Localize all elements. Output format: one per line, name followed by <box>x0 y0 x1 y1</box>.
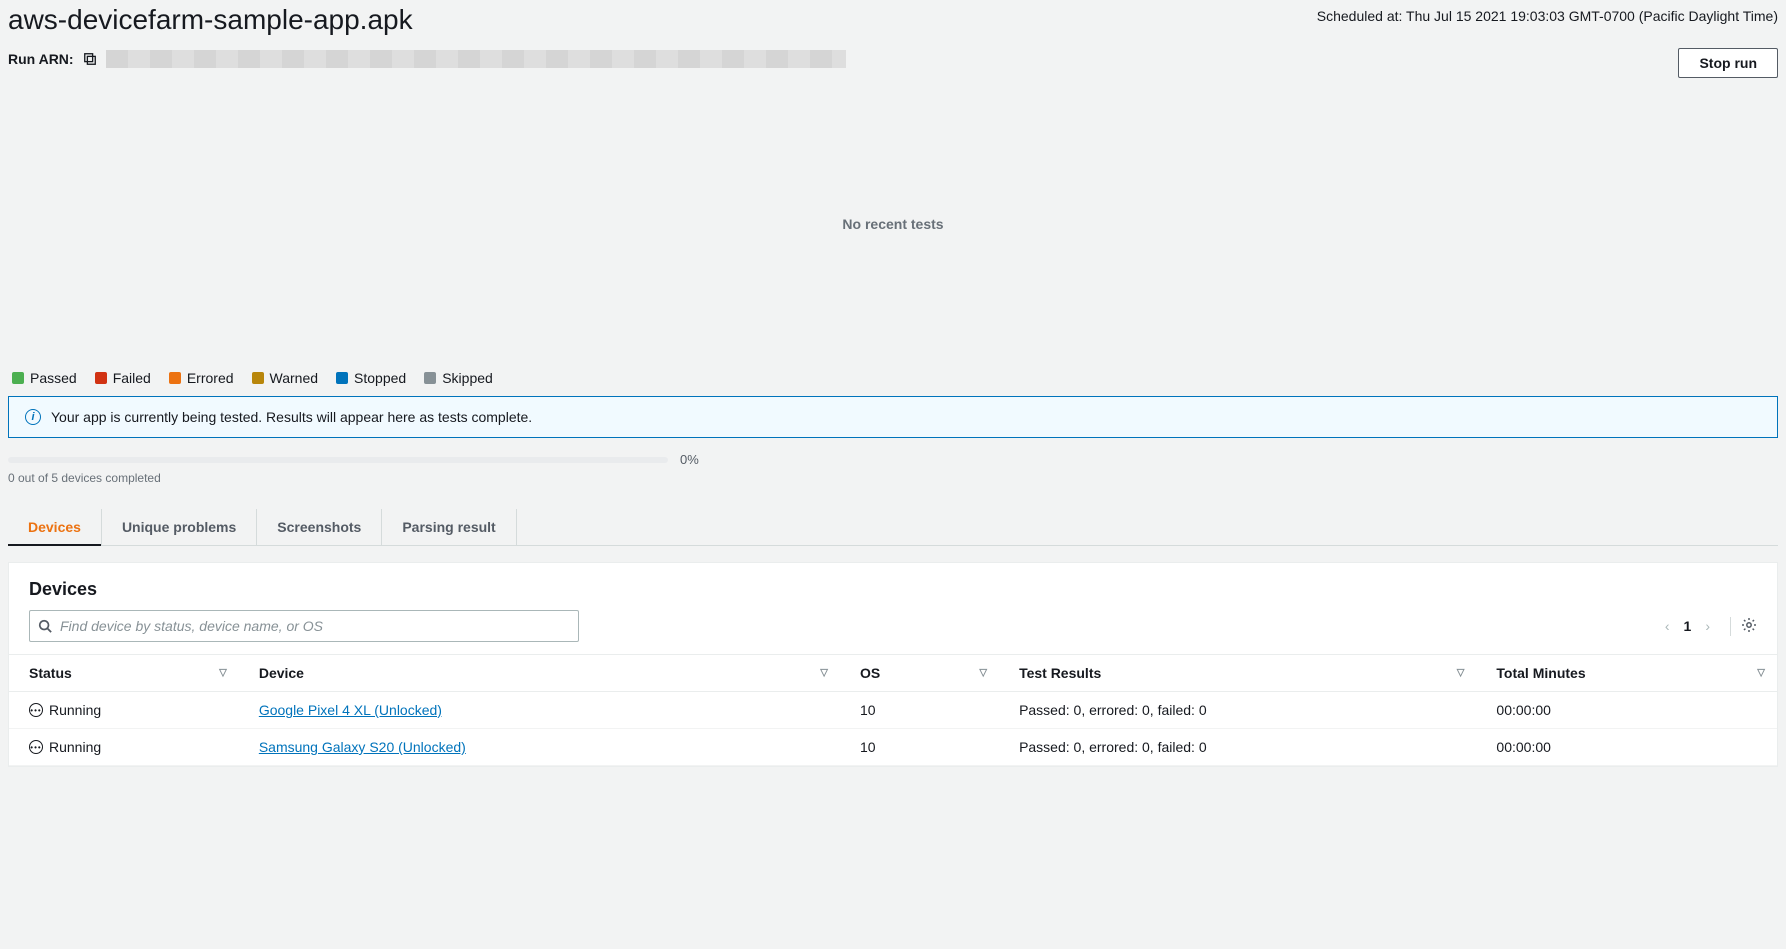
table-row: •••Running Google Pixel 4 XL (Unlocked) 10… <box>9 692 1777 729</box>
progress-bar <box>8 457 668 463</box>
legend-swatch <box>169 372 181 384</box>
page-title: aws-devicefarm-sample-app.apk <box>8 4 413 36</box>
sort-icon[interactable]: ▽ <box>820 668 828 679</box>
chart-legend: Passed Failed Errored Warned Stopped Skipped <box>8 364 1778 396</box>
tab-parsing-result[interactable]: Parsing result <box>382 509 516 545</box>
legend-item: Warned <box>252 370 319 386</box>
stop-run-button[interactable]: Stop run <box>1678 48 1778 78</box>
legend-swatch <box>95 372 107 384</box>
running-icon: ••• <box>29 703 43 717</box>
os-cell: 10 <box>840 692 999 729</box>
legend-label: Stopped <box>354 370 406 386</box>
device-link[interactable]: Samsung Galaxy S20 (Unlocked) <box>259 739 466 755</box>
table-row: •••Running Samsung Galaxy S20 (Unlocked) 1… <box>9 729 1777 766</box>
devices-panel: Devices ‹ 1 › <box>8 562 1778 767</box>
col-results[interactable]: Test Results <box>1019 665 1101 681</box>
info-icon: i <box>25 409 41 425</box>
legend-label: Errored <box>187 370 234 386</box>
search-icon <box>38 619 52 633</box>
col-device[interactable]: Device <box>259 665 304 681</box>
settings-button[interactable] <box>1730 617 1757 636</box>
pagination: ‹ 1 › <box>1665 617 1757 636</box>
legend-label: Passed <box>30 370 77 386</box>
info-message: Your app is currently being tested. Resu… <box>51 409 532 425</box>
results-cell: Passed: 0, errored: 0, failed: 0 <box>999 692 1476 729</box>
running-icon: ••• <box>29 740 43 754</box>
sort-icon[interactable]: ▽ <box>1457 668 1465 679</box>
results-cell: Passed: 0, errored: 0, failed: 0 <box>999 729 1476 766</box>
tabs: DevicesUnique problemsScreenshotsParsing… <box>8 509 1778 546</box>
device-search-input[interactable] <box>60 618 570 634</box>
legend-item: Errored <box>169 370 234 386</box>
chart-empty-message: No recent tests <box>842 216 943 232</box>
devices-panel-title: Devices <box>29 579 97 600</box>
legend-swatch <box>336 372 348 384</box>
device-link[interactable]: Google Pixel 4 XL (Unlocked) <box>259 702 442 718</box>
status-cell: •••Running <box>29 702 219 718</box>
sort-icon[interactable]: ▽ <box>219 668 227 679</box>
gear-icon <box>1741 617 1757 633</box>
legend-label: Skipped <box>442 370 493 386</box>
legend-item: Skipped <box>424 370 493 386</box>
device-search[interactable] <box>29 610 579 642</box>
col-os[interactable]: OS <box>860 665 880 681</box>
legend-item: Failed <box>95 370 151 386</box>
info-banner: i Your app is currently being tested. Re… <box>8 396 1778 438</box>
legend-swatch <box>252 372 264 384</box>
sort-icon[interactable]: ▽ <box>979 668 987 679</box>
next-page-button[interactable]: › <box>1705 618 1710 634</box>
tab-devices[interactable]: Devices <box>8 509 102 545</box>
progress-percent: 0% <box>680 452 699 467</box>
col-minutes[interactable]: Total Minutes <box>1496 665 1585 681</box>
minutes-cell: 00:00:00 <box>1476 692 1777 729</box>
status-cell: •••Running <box>29 739 219 755</box>
progress-subtext: 0 out of 5 devices completed <box>8 471 1778 485</box>
legend-swatch <box>12 372 24 384</box>
minutes-cell: 00:00:00 <box>1476 729 1777 766</box>
prev-page-button[interactable]: ‹ <box>1665 618 1670 634</box>
sort-icon[interactable]: ▽ <box>1757 668 1765 679</box>
copy-icon[interactable] <box>82 51 98 67</box>
legend-swatch <box>424 372 436 384</box>
legend-label: Warned <box>270 370 319 386</box>
os-cell: 10 <box>840 729 999 766</box>
scheduled-at: Scheduled at: Thu Jul 15 2021 19:03:03 G… <box>1317 4 1778 24</box>
test-results-chart: No recent tests <box>8 84 1778 364</box>
legend-label: Failed <box>113 370 151 386</box>
legend-item: Stopped <box>336 370 406 386</box>
tab-screenshots[interactable]: Screenshots <box>257 509 382 545</box>
col-status[interactable]: Status <box>29 665 72 681</box>
run-arn-value <box>106 50 846 68</box>
page-number: 1 <box>1684 618 1692 634</box>
legend-item: Passed <box>12 370 77 386</box>
run-arn-label: Run ARN: <box>8 51 74 67</box>
devices-table: Status ▽ Device ▽ OS ▽ Test Results ▽ Total … <box>9 654 1777 766</box>
tab-unique-problems[interactable]: Unique problems <box>102 509 257 545</box>
